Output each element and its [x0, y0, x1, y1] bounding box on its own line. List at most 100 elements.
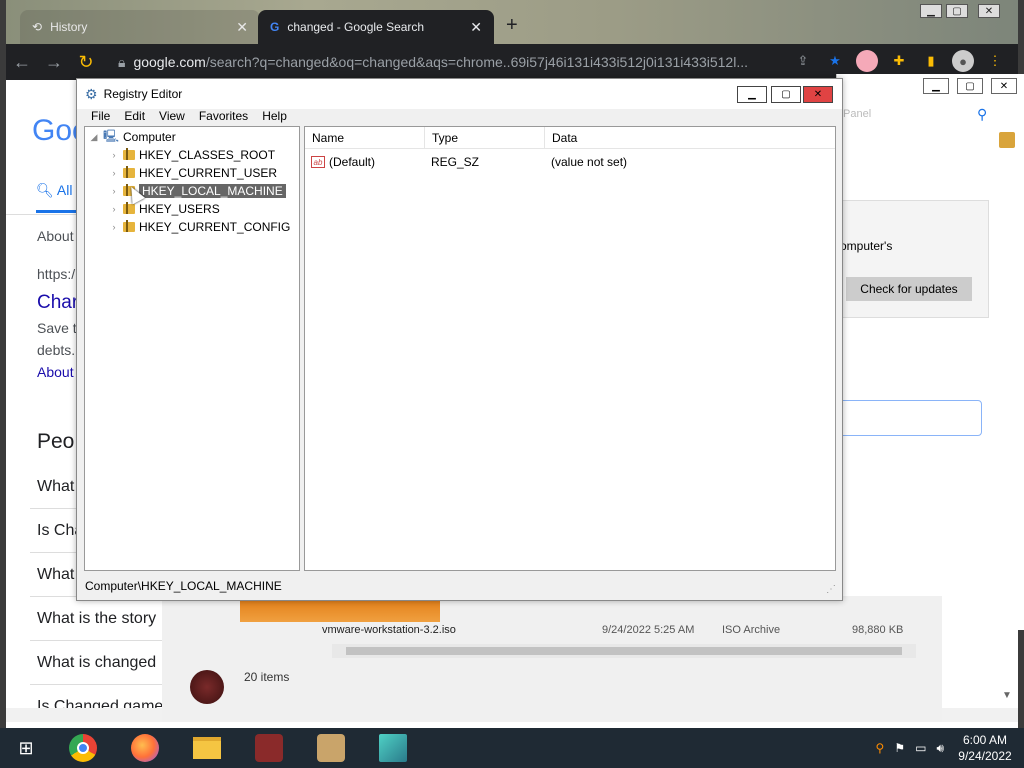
back-icon[interactable]: ← [6, 52, 38, 73]
minimize-button[interactable]: ▁ [737, 86, 767, 103]
extension-flag-icon[interactable] [856, 50, 878, 72]
menu-bar: File Edit View Favorites Help [77, 109, 842, 127]
file-date: 9/24/2022 5:25 AM [602, 624, 695, 636]
tab-history-label: History [50, 20, 88, 34]
registry-editor-window: ⚙ Registry Editor ▁ ▢ ✕ File Edit View F… [76, 78, 843, 601]
question-item[interactable]: What [37, 478, 74, 496]
chrome-taskbar-icon[interactable] [52, 728, 114, 768]
expand-icon[interactable]: › [109, 168, 119, 178]
value-row[interactable]: ab (Default) REG_SZ (value not set) [305, 153, 835, 171]
file-name: vmware-workstation-3.2.iso [322, 624, 456, 636]
menu-help[interactable]: Help [262, 109, 287, 127]
scroll-down-arrow-icon[interactable]: ▼ [1002, 690, 1012, 701]
expand-icon[interactable]: › [109, 204, 119, 214]
question-item[interactable]: What is the story [37, 610, 156, 628]
maximize-button[interactable]: ▢ [771, 86, 801, 103]
tree-node-hkcu[interactable]: › HKEY_CURRENT_USER [109, 165, 277, 181]
menu-view[interactable]: View [159, 109, 185, 127]
question-item[interactable]: What is changed [37, 654, 156, 672]
menu-file[interactable]: File [91, 109, 110, 127]
value-type: REG_SZ [431, 155, 480, 169]
clock-date: 9/24/2022 [958, 749, 1012, 763]
column-name[interactable]: Name [305, 127, 425, 148]
string-value-icon: ab [311, 156, 325, 168]
share-icon[interactable]: ⇪ [792, 50, 814, 72]
tab-strip: ⟲ History ✕ G changed - Google Search ✕ … [6, 0, 1018, 46]
tree-node-label: HKEY_CLASSES_ROOT [139, 148, 276, 162]
close-button[interactable]: ✕ [978, 4, 1000, 18]
flag-icon[interactable]: ⚑ [894, 741, 905, 755]
result-title[interactable]: Char [37, 292, 78, 314]
maximize-button[interactable]: ▢ [946, 4, 968, 18]
result-url: https:/ [37, 266, 76, 282]
star-icon[interactable]: ★ [824, 50, 846, 72]
folder-icon [123, 148, 135, 160]
column-type[interactable]: Type [425, 127, 545, 148]
about-link[interactable]: About [37, 364, 74, 380]
menu-edit[interactable]: Edit [124, 109, 145, 127]
scrollbar-thumb[interactable] [346, 647, 902, 655]
tree-node-hku[interactable]: › HKEY_USERS [109, 201, 220, 217]
values-header: Name Type Data [305, 127, 835, 149]
folder-icon [123, 220, 135, 232]
network-icon[interactable]: ▭ [915, 741, 926, 755]
expand-icon[interactable]: › [109, 186, 119, 196]
app-taskbar-icon[interactable] [300, 728, 362, 768]
question-item[interactable]: What [37, 566, 74, 584]
maximize-button[interactable]: ▢ [957, 78, 983, 94]
firefox-taskbar-icon[interactable] [114, 728, 176, 768]
regedit-icon: ⚙ [85, 85, 98, 102]
forward-icon[interactable]: → [38, 52, 70, 73]
check-for-updates-button[interactable]: Check for updates [846, 277, 972, 301]
file-explorer-taskbar-icon[interactable] [176, 728, 238, 768]
tree-node-computer[interactable]: ◢ 🖳 Computer [89, 129, 176, 145]
column-data[interactable]: Data [545, 127, 835, 148]
start-button[interactable]: ⊞ [0, 728, 52, 768]
address-bar[interactable]: 🔒︎ google.com/search?q=changed&oq=change… [118, 50, 778, 74]
items-count: 20 items [244, 670, 290, 684]
values-pane: Name Type Data ab (Default) REG_SZ (valu… [304, 126, 836, 571]
search-input[interactable] [837, 400, 982, 436]
search-icon: 🔍︎ [36, 182, 54, 198]
google-icon: G [270, 20, 280, 34]
taskbar: ⊞ ⚲ ⚑ ▭ 🔊︎ 6:00 AM 9/24/2022 [0, 728, 1024, 768]
new-tab-button[interactable]: + [506, 14, 518, 37]
close-button[interactable]: ✕ [803, 86, 833, 103]
sidepanel-icon[interactable]: ▮ [920, 50, 942, 72]
menu-favorites[interactable]: Favorites [199, 109, 248, 127]
app-taskbar-icon[interactable] [362, 728, 424, 768]
close-icon[interactable]: ✕ [470, 19, 482, 36]
tab-all[interactable]: 🔍︎ All [36, 182, 72, 199]
profile-icon[interactable]: ● [952, 50, 974, 72]
expand-icon[interactable]: › [109, 222, 119, 232]
computer-icon: 🖳 [103, 128, 120, 143]
file-row[interactable]: vmware-workstation-3.2.iso 9/24/2022 5:2… [322, 624, 942, 642]
value-name: (Default) [329, 155, 376, 169]
folder-icon [123, 202, 135, 214]
clock[interactable]: 6:00 AM 9/24/2022 [954, 732, 1016, 764]
resize-grip-icon[interactable]: ⋰ [826, 584, 836, 595]
window-title: Registry Editor [103, 87, 183, 101]
tree-node-hkcc[interactable]: › HKEY_CURRENT_CONFIG [109, 219, 290, 235]
tree-node-hkcr[interactable]: › HKEY_CLASSES_ROOT [109, 147, 275, 163]
search-icon[interactable]: ⚲ [977, 106, 987, 123]
history-icon: ⟲ [32, 20, 43, 34]
tab-history[interactable]: ⟲ History ✕ [20, 10, 260, 44]
horizontal-scrollbar[interactable] [332, 644, 916, 658]
expand-icon[interactable]: › [109, 150, 119, 160]
minimize-button[interactable]: ▁ [923, 78, 949, 94]
close-icon[interactable]: ✕ [236, 19, 248, 36]
game-taskbar-icon[interactable] [238, 728, 300, 768]
collapse-icon[interactable]: ◢ [89, 132, 99, 143]
menu-icon[interactable]: ⋮ [984, 50, 1006, 72]
computer-text: omputer's [840, 239, 893, 253]
close-button[interactable]: ✕ [991, 78, 1017, 94]
reload-icon[interactable]: ↻ [70, 52, 102, 73]
puzzle-icon[interactable]: ✚ [888, 50, 910, 72]
tab-google-search[interactable]: G changed - Google Search ✕ [258, 10, 494, 44]
search-icon[interactable]: ⚲ [876, 741, 885, 755]
windows-icon: ⊞ [18, 737, 34, 758]
divider [30, 640, 170, 641]
minimize-button[interactable]: ▁ [920, 4, 942, 18]
volume-icon[interactable]: 🔊︎ [936, 741, 944, 756]
